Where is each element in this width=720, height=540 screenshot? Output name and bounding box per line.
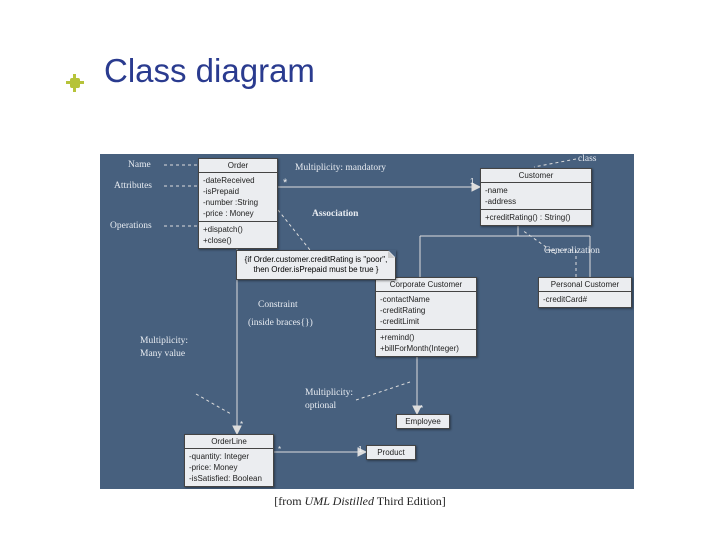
- class-product-name: Product: [367, 446, 415, 459]
- class-employee: Employee: [396, 414, 450, 429]
- class-order: Order -dateReceived -isPrepaid -number :…: [198, 158, 278, 249]
- attr: -contactName: [380, 294, 472, 305]
- op: +close(): [203, 235, 273, 246]
- attr: -creditLimit: [380, 316, 472, 327]
- mult-star-br: *: [278, 445, 281, 454]
- op: +remind(): [380, 332, 472, 343]
- caption-prefix: [from: [274, 494, 304, 508]
- attr: -number :String: [203, 197, 273, 208]
- attr: -price : Money: [203, 208, 273, 219]
- label-operations: Operations: [110, 221, 152, 231]
- label-generalization: Generalization: [544, 246, 600, 256]
- class-corporate-name: Corporate Customer: [376, 278, 476, 292]
- class-order-name: Order: [199, 159, 277, 173]
- caption-suffix: Third Edition]: [374, 494, 446, 508]
- label-attributes: Attributes: [114, 181, 152, 191]
- class-product: Product: [366, 445, 416, 460]
- page-title: Class diagram: [104, 52, 315, 90]
- label-mult-opt1: Multiplicity:: [305, 388, 353, 398]
- caption-book: UML Distilled: [305, 494, 374, 508]
- uml-diagram: Name Attributes Operations Multiplicity:…: [100, 154, 634, 489]
- class-corporate: Corporate Customer -contactName -creditR…: [375, 277, 477, 357]
- attr: -creditRating: [380, 305, 472, 316]
- attr: -address: [485, 196, 587, 207]
- constraint-note: {if Order.customer.creditRating is "poor…: [236, 250, 396, 280]
- mult-star-emp: *: [420, 404, 423, 413]
- attr: -name: [485, 185, 587, 196]
- label-constraint: Constraint: [258, 300, 298, 310]
- mult-star: *: [283, 177, 287, 189]
- label-class: class: [578, 154, 596, 164]
- attr: -isSatisfied: Boolean: [189, 473, 269, 484]
- class-orderline: OrderLine -quantity: Integer -price: Mon…: [184, 434, 274, 487]
- class-employee-name: Employee: [397, 415, 449, 428]
- label-mult-many1: Multiplicity:: [140, 336, 188, 346]
- mult-one: 1: [470, 177, 474, 186]
- label-mult-many2: Many value: [140, 349, 185, 359]
- class-orderline-name: OrderLine: [185, 435, 273, 449]
- label-association: Association: [312, 209, 358, 219]
- op: +dispatch(): [203, 224, 273, 235]
- attr: -creditCard#: [543, 294, 627, 305]
- attr: -isPrepaid: [203, 186, 273, 197]
- bullet-icon: [70, 78, 80, 88]
- label-insidebraces: (inside braces{}): [248, 318, 313, 328]
- label-name: Name: [128, 160, 151, 170]
- mult-one-prod: 1: [358, 445, 362, 454]
- op: +creditRating() : String(): [485, 212, 587, 223]
- mult-star-bl: *: [240, 420, 243, 429]
- class-customer: Customer -name -address +creditRating() …: [480, 168, 592, 226]
- op: +billForMonth(Integer): [380, 343, 472, 354]
- class-customer-name: Customer: [481, 169, 591, 183]
- label-mult-opt2: optional: [305, 401, 336, 411]
- attr: -price: Money: [189, 462, 269, 473]
- class-personal-name: Personal Customer: [539, 278, 631, 292]
- attr: -quantity: Integer: [189, 451, 269, 462]
- attr: -dateReceived: [203, 175, 273, 186]
- slide-caption: [from UML Distilled Third Edition]: [0, 494, 720, 509]
- class-personal: Personal Customer -creditCard#: [538, 277, 632, 308]
- label-mult-mandatory: Multiplicity: mandatory: [295, 163, 386, 173]
